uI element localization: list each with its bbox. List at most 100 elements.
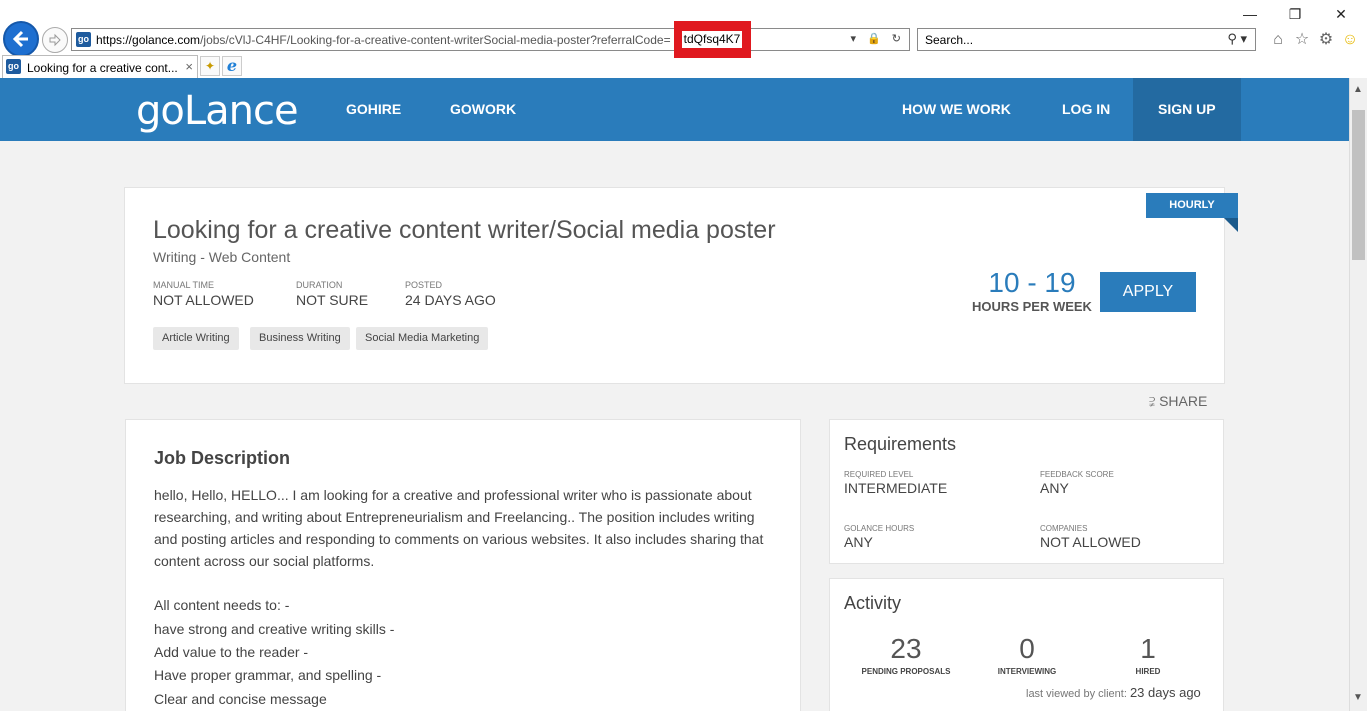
nav-sign-up[interactable]: SIGN UP <box>1133 78 1241 141</box>
req-required-level: REQUIRED LEVEL INTERMEDIATE <box>844 470 947 496</box>
nav-log-in[interactable]: LOG IN <box>1062 78 1110 141</box>
close-window-button[interactable]: ✕ <box>1326 4 1356 24</box>
meta-posted: POSTED 24 DAYS AGO <box>405 280 496 308</box>
toolbar-icons: ⌂ ☆ ⚙ ☺ <box>1266 29 1362 49</box>
referral-code: tdQfsq4K7 <box>682 31 742 48</box>
site-favicon-icon: go <box>76 32 91 47</box>
meta-label: DURATION <box>296 280 343 290</box>
description-line: Clear and concise message <box>154 691 327 707</box>
page-content: goLance GOHIRE GOWORK HOW WE WORK LOG IN… <box>0 78 1349 711</box>
req-label: FEEDBACK SCORE <box>1040 470 1114 479</box>
url-text: https://golance.com/jobs/cVlJ-C4HF/Looki… <box>96 33 671 47</box>
nav-gohire[interactable]: GOHIRE <box>346 78 401 141</box>
back-arrow-icon <box>12 30 28 48</box>
meta-label: POSTED <box>405 280 443 290</box>
req-value: ANY <box>844 534 873 550</box>
description-line: All content needs to: - <box>154 597 290 613</box>
back-button[interactable] <box>3 21 39 57</box>
stat-value: 23 <box>890 633 922 664</box>
tab-bar: go Looking for a creative cont... × ✦ e <box>0 54 1367 78</box>
new-tab-button[interactable]: ✦ <box>200 56 220 76</box>
skill-tag[interactable]: Business Writing <box>250 327 350 350</box>
ie-logo-icon[interactable]: e <box>222 56 242 76</box>
description-line: Add value to the reader - <box>154 644 309 660</box>
badge-fold <box>1224 218 1238 232</box>
golance-logo[interactable]: goLance <box>136 88 299 134</box>
meta-manual-time: MANUAL TIME NOT ALLOWED <box>153 280 254 308</box>
meta-value: NOT SURE <box>296 292 369 308</box>
req-value: ANY <box>1040 480 1069 496</box>
req-feedback-score: FEEDBACK SCORE ANY <box>1040 470 1114 496</box>
last-viewed-label: last viewed by client: <box>1026 688 1127 700</box>
requirements-title: Requirements <box>844 434 957 454</box>
stat-label: HIRED <box>1135 667 1161 676</box>
tab-close-icon[interactable]: × <box>185 59 193 74</box>
hourly-badge: HOURLY <box>1146 193 1238 218</box>
req-value: INTERMEDIATE <box>844 480 948 496</box>
skill-tag[interactable]: Social Media Marketing <box>356 327 489 350</box>
vertical-scrollbar[interactable]: ▲ ▼ <box>1349 78 1367 711</box>
meta-label: MANUAL TIME <box>153 280 215 290</box>
req-label: COMPANIES <box>1040 524 1088 533</box>
job-header-card: Looking for a creative content writer/So… <box>124 187 1225 384</box>
feedback-smiley-icon[interactable]: ☺ <box>1338 31 1362 49</box>
tab-favicon-icon: go <box>6 59 21 74</box>
req-label: REQUIRED LEVEL <box>844 470 914 479</box>
url-highlight: tdQfsq4K7 <box>674 21 751 58</box>
scroll-thumb[interactable] <box>1352 110 1365 260</box>
scroll-down-icon[interactable]: ▼ <box>1353 692 1363 703</box>
favorites-star-icon[interactable]: ☆ <box>1290 29 1314 49</box>
hours-label: HOURS PER WEEK <box>972 299 1092 314</box>
stat-label: PENDING PROPOSALS <box>861 667 951 676</box>
skill-tag[interactable]: Article Writing <box>153 327 239 350</box>
tab-title: Looking for a creative cont... <box>27 61 178 75</box>
search-icon[interactable]: ⚲ ▾ <box>1227 31 1247 47</box>
meta-value: NOT ALLOWED <box>153 292 254 308</box>
activity-title: Activity <box>844 593 902 613</box>
stat-value: 1 <box>1140 633 1156 664</box>
forward-button[interactable] <box>42 27 68 53</box>
stat-pending-proposals: 23 PENDING PROPOSALS <box>846 633 966 676</box>
scroll-up-icon[interactable]: ▲ <box>1353 84 1363 95</box>
browser-search-box[interactable]: Search... ⚲ ▾ <box>917 28 1256 51</box>
home-icon[interactable]: ⌂ <box>1266 31 1290 49</box>
nav-how-we-work[interactable]: HOW WE WORK <box>902 78 1011 141</box>
nav-gowork[interactable]: GOWORK <box>450 78 516 141</box>
description-line: have strong and creative writing skills … <box>154 621 395 637</box>
meta-value: 24 DAYS AGO <box>405 292 496 308</box>
search-placeholder: Search... <box>925 33 974 47</box>
apply-button[interactable]: APPLY <box>1100 272 1196 312</box>
address-bar[interactable]: go https://golance.com/jobs/cVlJ-C4HF/Lo… <box>71 21 910 58</box>
address-bar-icons[interactable]: ▾ 🔒 ↻ <box>850 32 905 45</box>
req-value: NOT ALLOWED <box>1040 534 1141 550</box>
description-title: Job Description <box>154 448 291 468</box>
restore-button[interactable]: ❐ <box>1280 4 1310 24</box>
stat-hired: 1 HIRED <box>1088 633 1208 676</box>
share-icon: ⫌ <box>1149 393 1156 409</box>
description-intro: hello, Hello, HELLO... I am looking for … <box>154 487 764 569</box>
stat-interviewing: 0 INTERVIEWING <box>967 633 1087 676</box>
tab-active[interactable]: go Looking for a creative cont... × <box>2 55 198 78</box>
last-viewed: last viewed by client: 23 days ago <box>1026 685 1201 700</box>
browser-chrome: — ❐ ✕ go https://golance.com/jobs/cVlJ-C… <box>0 0 1367 78</box>
stat-label: INTERVIEWING <box>997 667 1057 676</box>
hours-range: 10 - 19 <box>988 267 1076 298</box>
minimize-button[interactable]: — <box>1235 4 1265 24</box>
settings-gear-icon[interactable]: ⚙ <box>1314 29 1338 49</box>
requirements-card: Requirements REQUIRED LEVEL INTERMEDIATE… <box>829 419 1224 564</box>
site-navbar: goLance GOHIRE GOWORK HOW WE WORK LOG IN… <box>0 78 1349 141</box>
stat-value: 0 <box>1019 633 1035 664</box>
share-label: SHARE <box>1159 393 1208 409</box>
job-description-card: Job Description hello, Hello, HELLO... I… <box>125 419 801 711</box>
job-title: Looking for a creative content writer/So… <box>153 216 776 244</box>
activity-card: Activity 23 PENDING PROPOSALS 0 INTERVIE… <box>829 578 1224 711</box>
share-button[interactable]: ⫌ SHARE <box>1149 393 1207 410</box>
meta-duration: DURATION NOT SURE <box>296 280 368 308</box>
req-companies: COMPANIES NOT ALLOWED <box>1040 524 1141 550</box>
req-label: GOLANCE HOURS <box>844 524 915 533</box>
description-line: Have proper grammar, and spelling - <box>154 667 382 683</box>
last-viewed-value: 23 days ago <box>1129 685 1201 700</box>
req-golance-hours: GOLANCE HOURS ANY <box>844 524 914 550</box>
job-category: Writing - Web Content <box>153 249 291 265</box>
forward-arrow-icon <box>49 33 61 47</box>
